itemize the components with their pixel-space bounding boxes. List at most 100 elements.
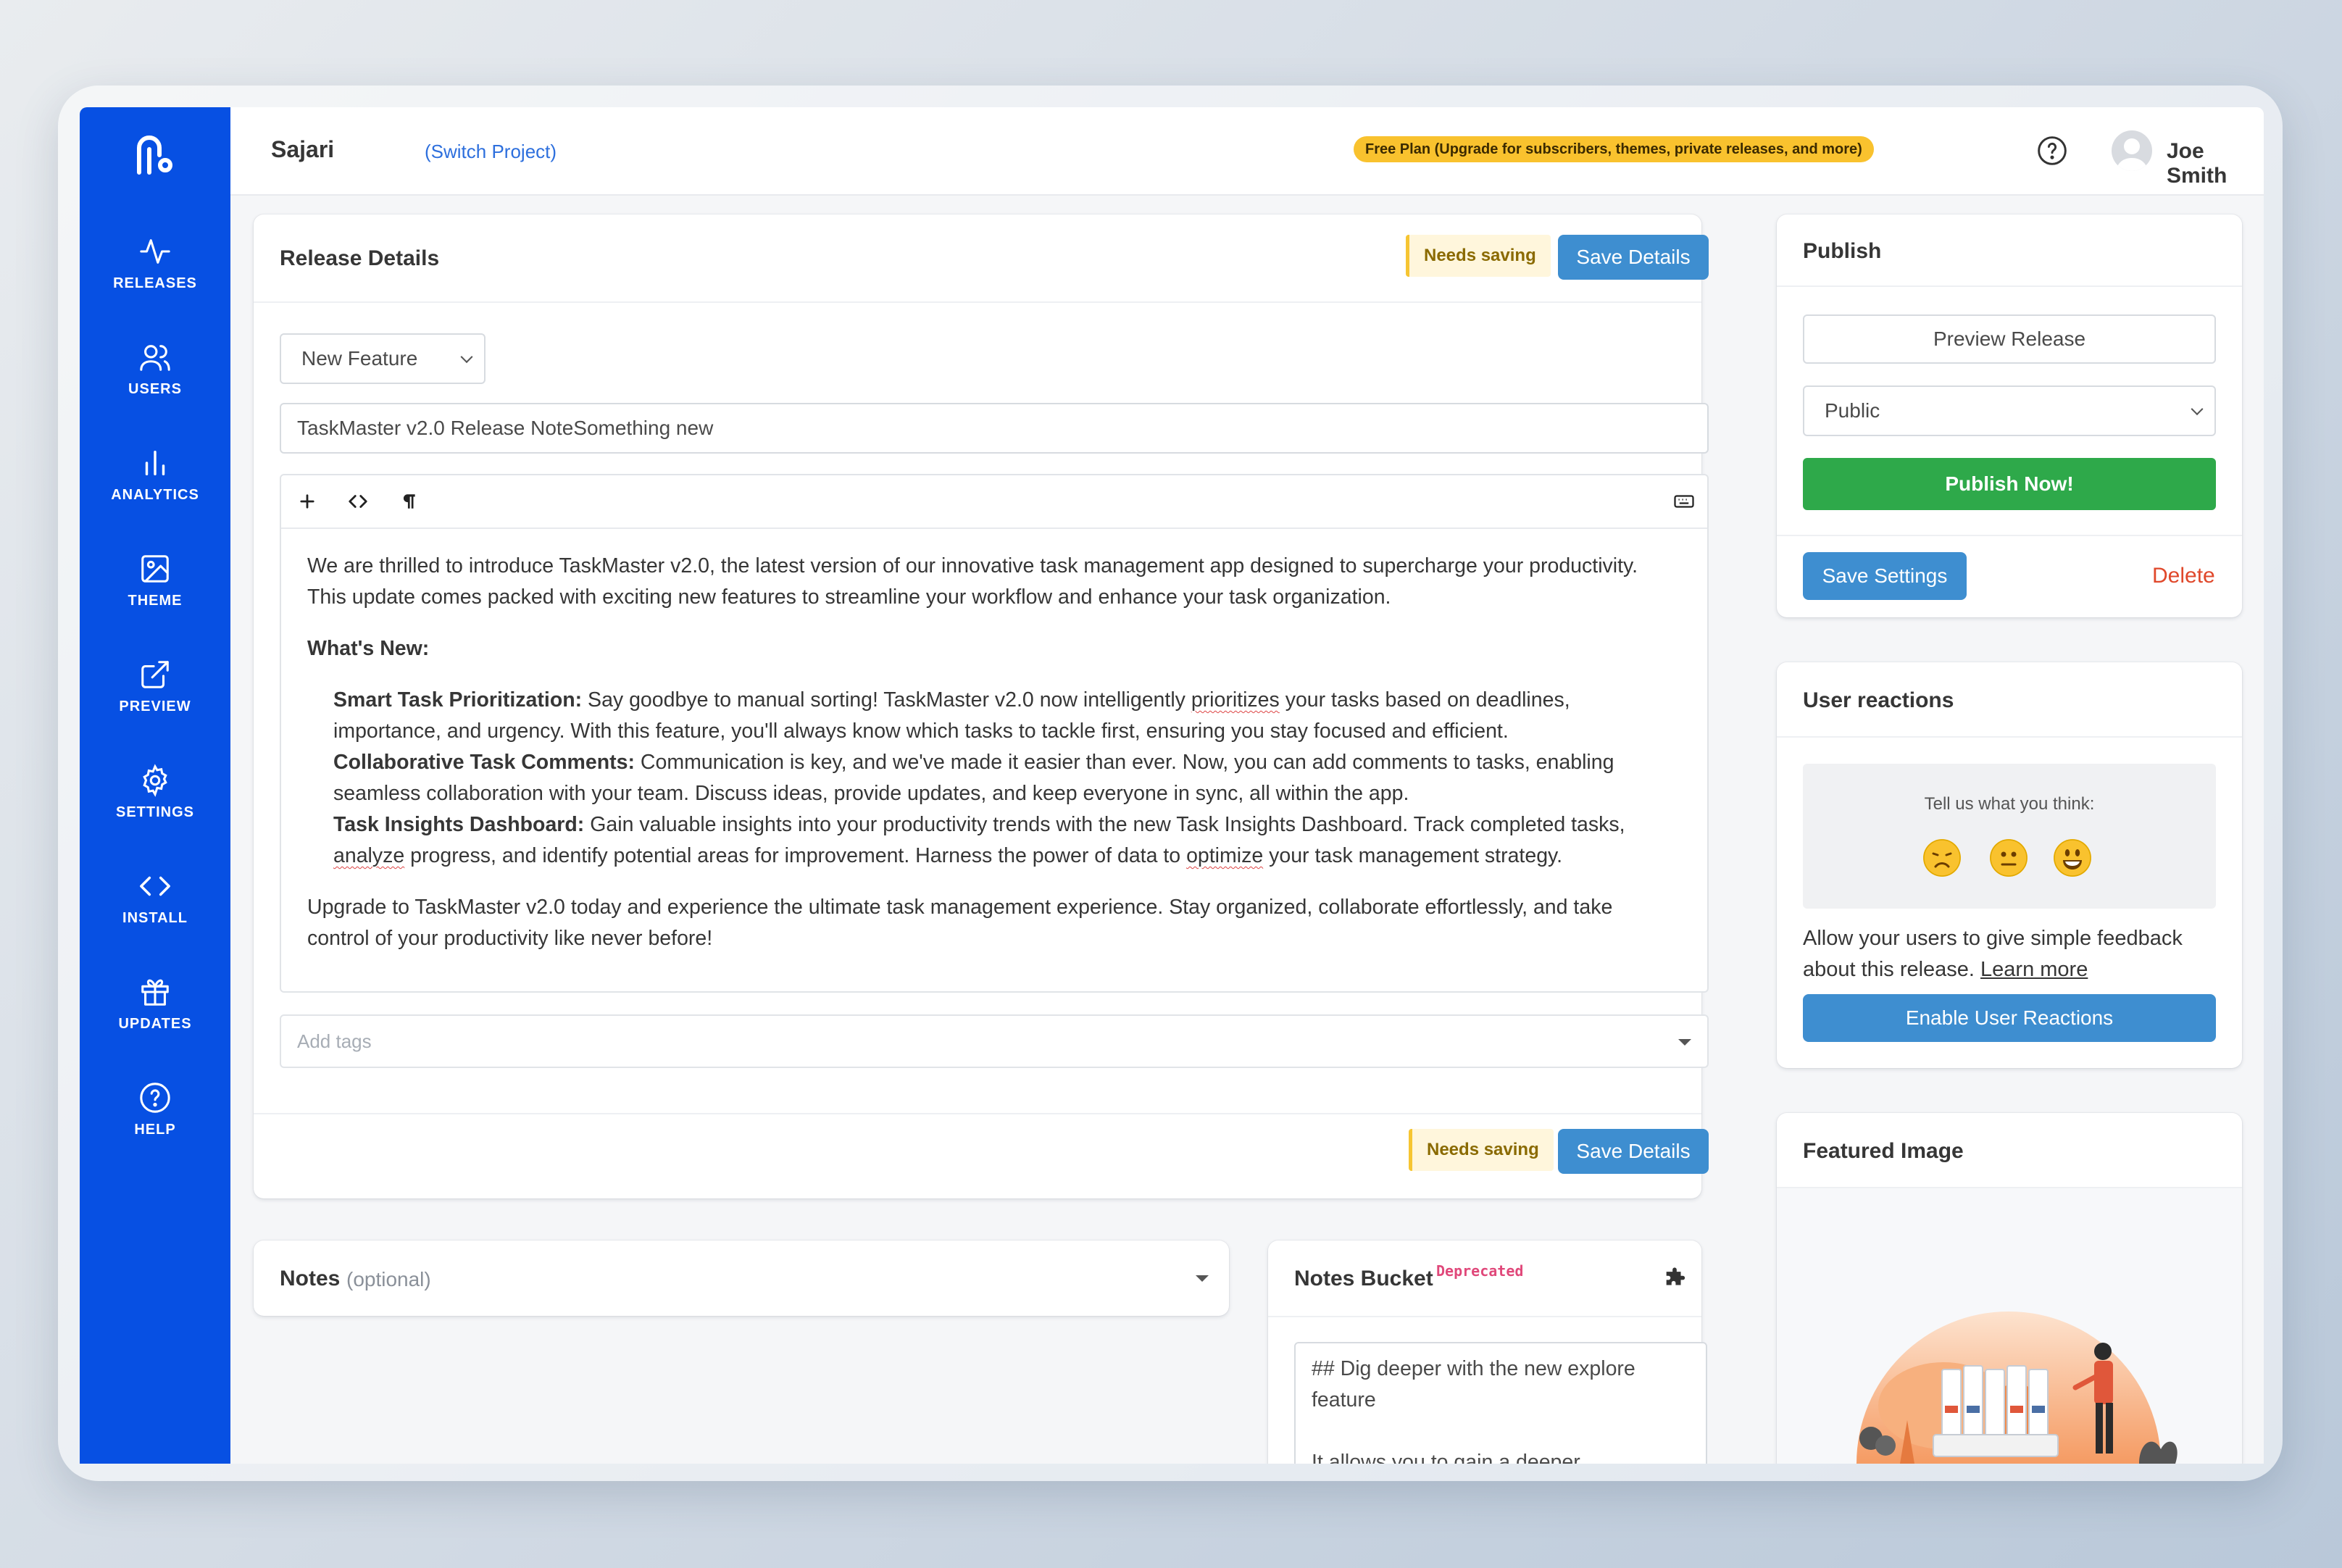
whats-new-heading: What's New: [307,637,430,660]
divider [1777,535,2242,536]
code-icon [140,876,170,896]
help-icon[interactable] [2036,135,2068,167]
deprecated-badge: Deprecated [1436,1262,1524,1280]
notes-card[interactable]: Notes (optional) [254,1240,1229,1316]
card-title: Release Details [280,246,440,270]
sidebar-item-label: UPDATES [118,1016,192,1032]
release-title-input[interactable]: TaskMaster v2.0 Release NoteSomething ne… [280,403,1709,454]
editor-toolbar [281,475,1707,529]
sidebar-item-label: HELP [134,1122,176,1138]
release-details-card: Release Details Needs saving Save Detail… [254,214,1709,1198]
feature-item: Smart Task Prioritization: Say goodbye t… [333,688,1570,743]
intro-paragraph: We are thrilled to introduce TaskMaster … [307,554,1638,609]
reactions-prompt: Tell us what you think: [1924,794,2095,814]
paragraph-icon[interactable] [396,488,422,514]
preview-release-button[interactable]: Preview Release [1803,314,2216,364]
sidebar-item-install[interactable]: INSTALL [80,870,230,956]
reactions-title: User reactions [1803,688,1954,712]
notes-bucket-textarea[interactable]: ## Dig deeper with the new explore featu… [1294,1342,1707,1464]
tags-placeholder: Add tags [297,1030,372,1052]
gear-icon [143,764,167,797]
release-type-value: New Feature [301,347,418,370]
feature-item: Task Insights Dashboard: Gain valuable i… [333,813,1625,867]
learn-more-link[interactable]: Learn more [1980,958,2088,981]
release-body-editor[interactable]: We are thrilled to introduce TaskMaster … [280,474,1709,993]
sad-face-icon[interactable] [1923,839,1961,877]
sidebar-item-releases[interactable]: RELEASES [80,235,230,322]
sidebar-item-help[interactable]: HELP [80,1081,230,1168]
divider [1777,285,2242,287]
notes-optional-label: (optional) [346,1268,431,1290]
sidebar-item-updates[interactable]: UPDATES [80,975,230,1062]
divider [1268,1316,1701,1317]
avatar[interactable] [2112,130,2152,171]
sidebar-item-label: INSTALL [122,910,188,926]
chevron-down-icon [460,351,473,364]
sidebar-item-label: ANALYTICS [111,487,199,503]
notes-bucket-card: Notes Bucket Deprecated ## Dig deeper wi… [1268,1240,1707,1464]
pulse-icon [140,239,170,264]
delete-link[interactable]: Delete [2152,564,2215,588]
sidebar-item-settings[interactable]: SETTINGS [80,764,230,851]
save-settings-button[interactable]: Save Settings [1803,552,1967,600]
save-details-button[interactable]: Save Details [1558,1129,1709,1174]
user-reactions-card: User reactions Tell us what you think: A… [1777,662,2242,1068]
plan-badge[interactable]: Free Plan (Upgrade for subscribers, them… [1354,136,1874,162]
release-type-select[interactable]: New Feature [280,333,486,384]
neutral-face-icon[interactable] [1990,839,2028,877]
featured-image-card: Featured Image [1777,1113,2242,1464]
keyboard-icon[interactable] [1671,488,1697,514]
sidebar-item-preview[interactable]: PREVIEW [80,658,230,745]
outro-paragraph: Upgrade to TaskMaster v2.0 today and exp… [307,896,1613,950]
needs-saving-badge: Needs saving [1409,1129,1554,1171]
notes-title: Notes [280,1267,341,1290]
notes-bucket-title: Notes Bucket [1294,1267,1433,1290]
gift-icon [141,979,169,1006]
divider [254,1113,1701,1114]
app-logo-icon[interactable] [135,133,175,177]
switch-project-link[interactable]: (Switch Project) [425,141,557,163]
chevron-down-icon [2191,403,2204,416]
app-window: RELEASES USERS ANALYTICS THEME PREVIEW S… [80,107,2264,1464]
project-name: Sajari [271,136,335,162]
editor-content[interactable]: We are thrilled to introduce TaskMaster … [307,551,1678,975]
divider [1777,736,2242,738]
sidebar-item-label: THEME [128,593,183,609]
sidebar: RELEASES USERS ANALYTICS THEME PREVIEW S… [80,107,230,1464]
image-icon [141,555,169,583]
feature-item: Collaborative Task Comments: Communicati… [333,751,1614,805]
publish-now-button[interactable]: Publish Now! [1803,458,2216,510]
sidebar-item-users[interactable]: USERS [80,341,230,428]
reactions-description: Allow your users to give simple feedback… [1803,927,2183,981]
sidebar-item-label: USERS [128,381,182,397]
top-header: Sajari (Switch Project) Free Plan (Upgra… [230,107,2264,196]
bar-chart-icon [145,450,165,476]
reactions-preview: Tell us what you think: [1803,764,2216,909]
help-circle-icon [140,1083,170,1113]
featured-image-area[interactable] [1777,1188,2242,1464]
sidebar-item-label: SETTINGS [115,804,194,820]
chevron-down-icon [1678,1039,1691,1046]
needs-saving-badge: Needs saving [1406,235,1551,277]
user-name[interactable]: Joe Smith [2167,139,2264,188]
sidebar-item-theme[interactable]: THEME [80,552,230,639]
sidebar-item-label: PREVIEW [119,698,191,714]
external-link-icon [141,661,169,688]
users-icon [140,345,170,371]
plus-icon[interactable] [294,488,320,514]
happy-face-icon[interactable] [2054,839,2091,877]
sidebar-item-label: RELEASES [113,275,197,291]
publish-card: Publish Preview Release Public Publish N… [1777,214,2242,617]
code-icon[interactable] [345,488,371,514]
featured-image-title: Featured Image [1803,1139,1964,1163]
tags-input[interactable]: Add tags [280,1014,1709,1068]
puzzle-icon[interactable] [1662,1267,1687,1291]
sidebar-item-analytics[interactable]: ANALYTICS [80,446,230,533]
save-details-button[interactable]: Save Details [1558,235,1709,280]
enable-user-reactions-button[interactable]: Enable User Reactions [1803,994,2216,1042]
divider [254,301,1701,303]
featured-illustration [1856,1311,2178,1464]
visibility-select[interactable]: Public [1803,385,2216,436]
feature-list: Smart Task Prioritization: Say goodbye t… [307,685,1678,872]
chevron-down-icon[interactable] [1196,1275,1209,1282]
